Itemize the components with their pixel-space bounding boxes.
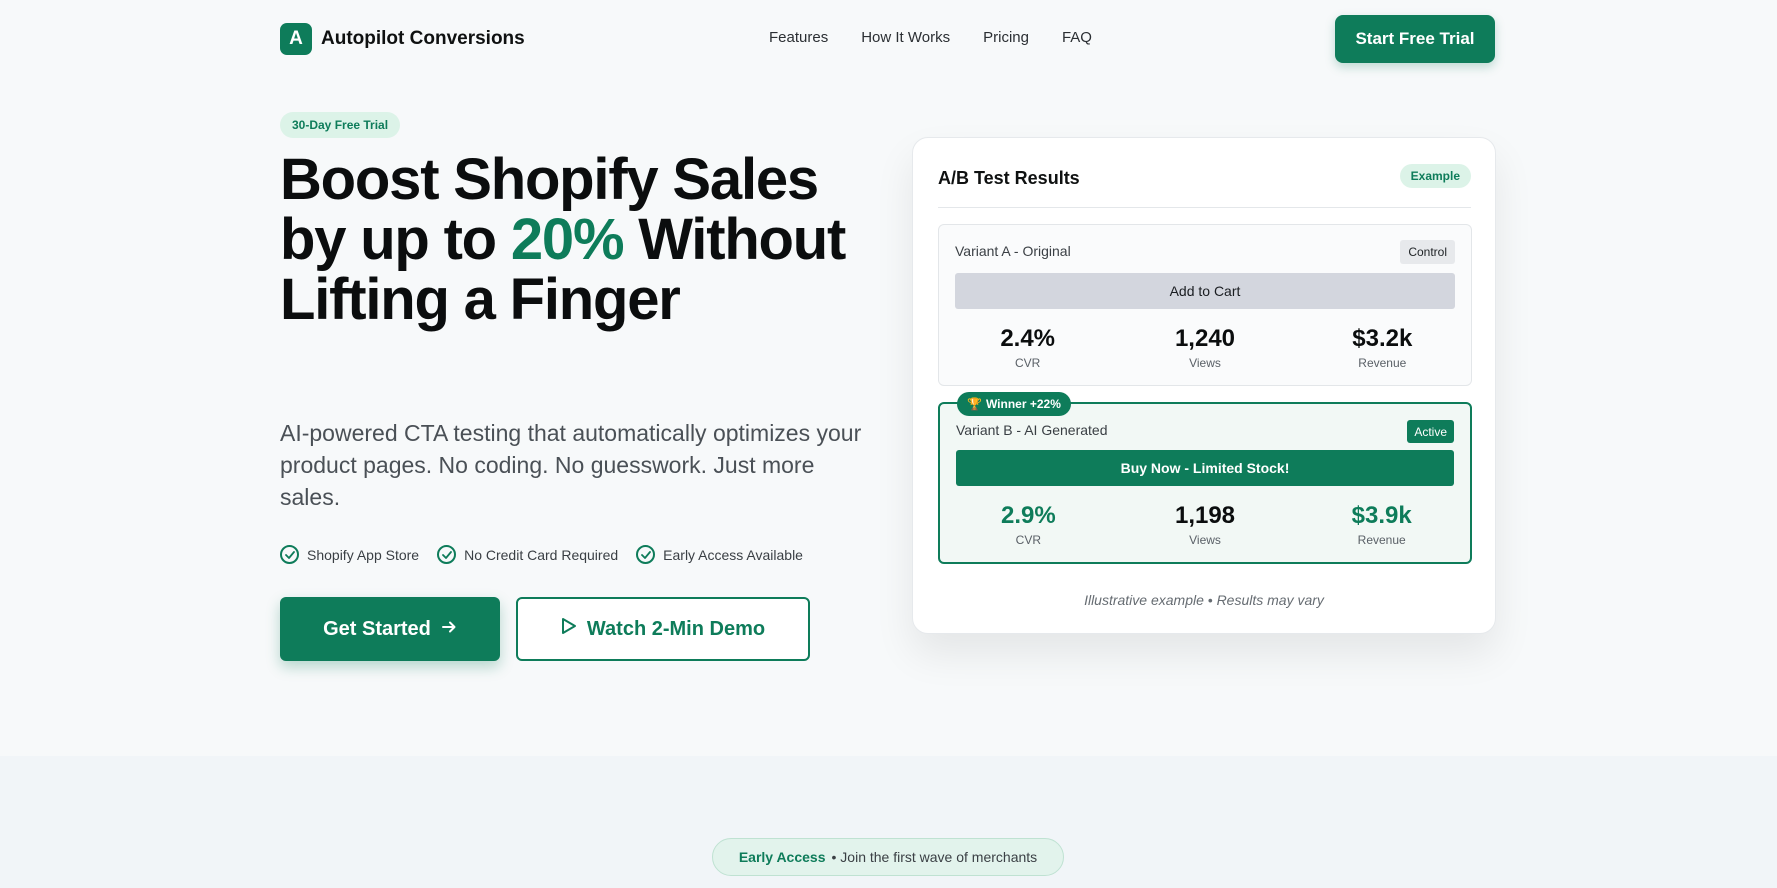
logo-mark: A bbox=[280, 23, 312, 55]
winner-badge: 🏆 Winner +22% bbox=[957, 392, 1071, 416]
add-to-cart-button[interactable]: Add to Cart bbox=[955, 273, 1455, 309]
watch-demo-button[interactable]: Watch 2-Min Demo bbox=[516, 597, 810, 661]
variant-a-stats: 2.4% CVR 1,240 Views $3.2k Revenue bbox=[939, 325, 1471, 370]
stat-value: $3.2k bbox=[1352, 325, 1413, 352]
ab-test-results-card: A/B Test Results Example Variant A - Ori… bbox=[912, 137, 1496, 634]
stat-views: 1,240 Views bbox=[1116, 325, 1293, 370]
stat-label: CVR bbox=[1014, 356, 1041, 370]
nav-link-features[interactable]: Features bbox=[769, 29, 828, 46]
stat-label: Views bbox=[1189, 533, 1221, 547]
top-nav: A Autopilot Conversions Features How It … bbox=[0, 0, 1777, 78]
headline-accent: 20% bbox=[510, 207, 625, 272]
check-circle-icon bbox=[636, 545, 656, 564]
watch-demo-label: Watch 2-Min Demo bbox=[586, 617, 766, 640]
stat-label: Views bbox=[1189, 356, 1221, 370]
early-access-label: Early Access bbox=[738, 849, 826, 865]
stat-label: Revenue bbox=[1357, 533, 1406, 547]
stat-value: 2.4% bbox=[1000, 325, 1056, 352]
arrow-right-icon bbox=[441, 618, 457, 641]
nav-link-how-it-works[interactable]: How It Works bbox=[861, 29, 950, 46]
landing-page: A Autopilot Conversions Features How It … bbox=[0, 0, 1777, 888]
check-label: No Credit Card Required bbox=[464, 546, 619, 563]
stat-value: 2.9% bbox=[1000, 502, 1056, 529]
start-free-trial-button[interactable]: Start Free Trial bbox=[1335, 15, 1495, 63]
get-started-label: Get Started bbox=[323, 617, 431, 640]
stat-value: $3.9k bbox=[1351, 502, 1412, 529]
control-tag: Control bbox=[1400, 240, 1455, 264]
early-access-pill: Early Access • Join the first wave of me… bbox=[712, 838, 1064, 876]
stat-value: 1,198 bbox=[1174, 502, 1236, 529]
nav-link-faq[interactable]: FAQ bbox=[1062, 29, 1092, 46]
stat-revenue: $3.9k Revenue bbox=[1293, 502, 1470, 547]
winner-label: Winner +22% bbox=[985, 397, 1061, 411]
nav-link-pricing[interactable]: Pricing bbox=[983, 29, 1029, 46]
variant-b-stats: 2.9% CVR 1,198 Views $3.9k Revenue bbox=[940, 502, 1470, 547]
variant-b-name: Variant B - AI Generated bbox=[956, 422, 1108, 438]
stat-label: Revenue bbox=[1358, 356, 1407, 370]
hero-subheadline: AI-powered CTA testing that automaticall… bbox=[280, 420, 862, 510]
stat-views: 1,198 Views bbox=[1117, 502, 1294, 547]
card-title: A/B Test Results bbox=[938, 168, 1080, 188]
early-access-text: • Join the first wave of merchants bbox=[831, 849, 1038, 865]
card-divider bbox=[938, 207, 1471, 208]
trust-checks: Shopify App Store No Credit Card Require… bbox=[280, 545, 803, 564]
check-label: Shopify App Store bbox=[307, 546, 420, 563]
check-label: Early Access Available bbox=[663, 546, 803, 563]
trophy-icon: 🏆 bbox=[967, 397, 982, 411]
logo[interactable]: A Autopilot Conversions bbox=[280, 23, 525, 55]
stat-revenue: $3.2k Revenue bbox=[1294, 325, 1471, 370]
nav-links: Features How It Works Pricing FAQ bbox=[769, 29, 1092, 46]
variant-a-panel: Variant A - Original Control Add to Cart… bbox=[938, 224, 1472, 386]
stat-label: CVR bbox=[1015, 533, 1041, 547]
buy-now-button[interactable]: Buy Now - Limited Stock! bbox=[956, 450, 1454, 486]
trial-badge: 30-Day Free Trial bbox=[280, 112, 401, 138]
active-tag: Active bbox=[1407, 420, 1454, 443]
stat-cvr: 2.4% CVR bbox=[939, 325, 1116, 370]
check-circle-icon bbox=[280, 545, 299, 564]
variant-a-name: Variant A - Original bbox=[955, 243, 1071, 259]
results-disclaimer: Illustrative example • Results may vary bbox=[1084, 592, 1324, 608]
check-item: Shopify App Store bbox=[280, 545, 419, 564]
stat-value: 1,240 bbox=[1174, 325, 1236, 352]
hero-headline: Boost Shopify Sales by up to 20% Without… bbox=[280, 150, 880, 330]
check-item: Early Access Available bbox=[636, 545, 803, 564]
brand-name: Autopilot Conversions bbox=[321, 28, 525, 49]
check-circle-icon bbox=[437, 545, 457, 564]
play-icon bbox=[561, 617, 577, 641]
get-started-button[interactable]: Get Started bbox=[280, 597, 500, 661]
check-item: No Credit Card Required bbox=[437, 545, 618, 564]
example-badge: Example bbox=[1399, 164, 1471, 188]
variant-b-panel: 🏆 Winner +22% Variant B - AI Generated A… bbox=[938, 392, 1472, 564]
stat-cvr: 2.9% CVR bbox=[940, 502, 1117, 547]
